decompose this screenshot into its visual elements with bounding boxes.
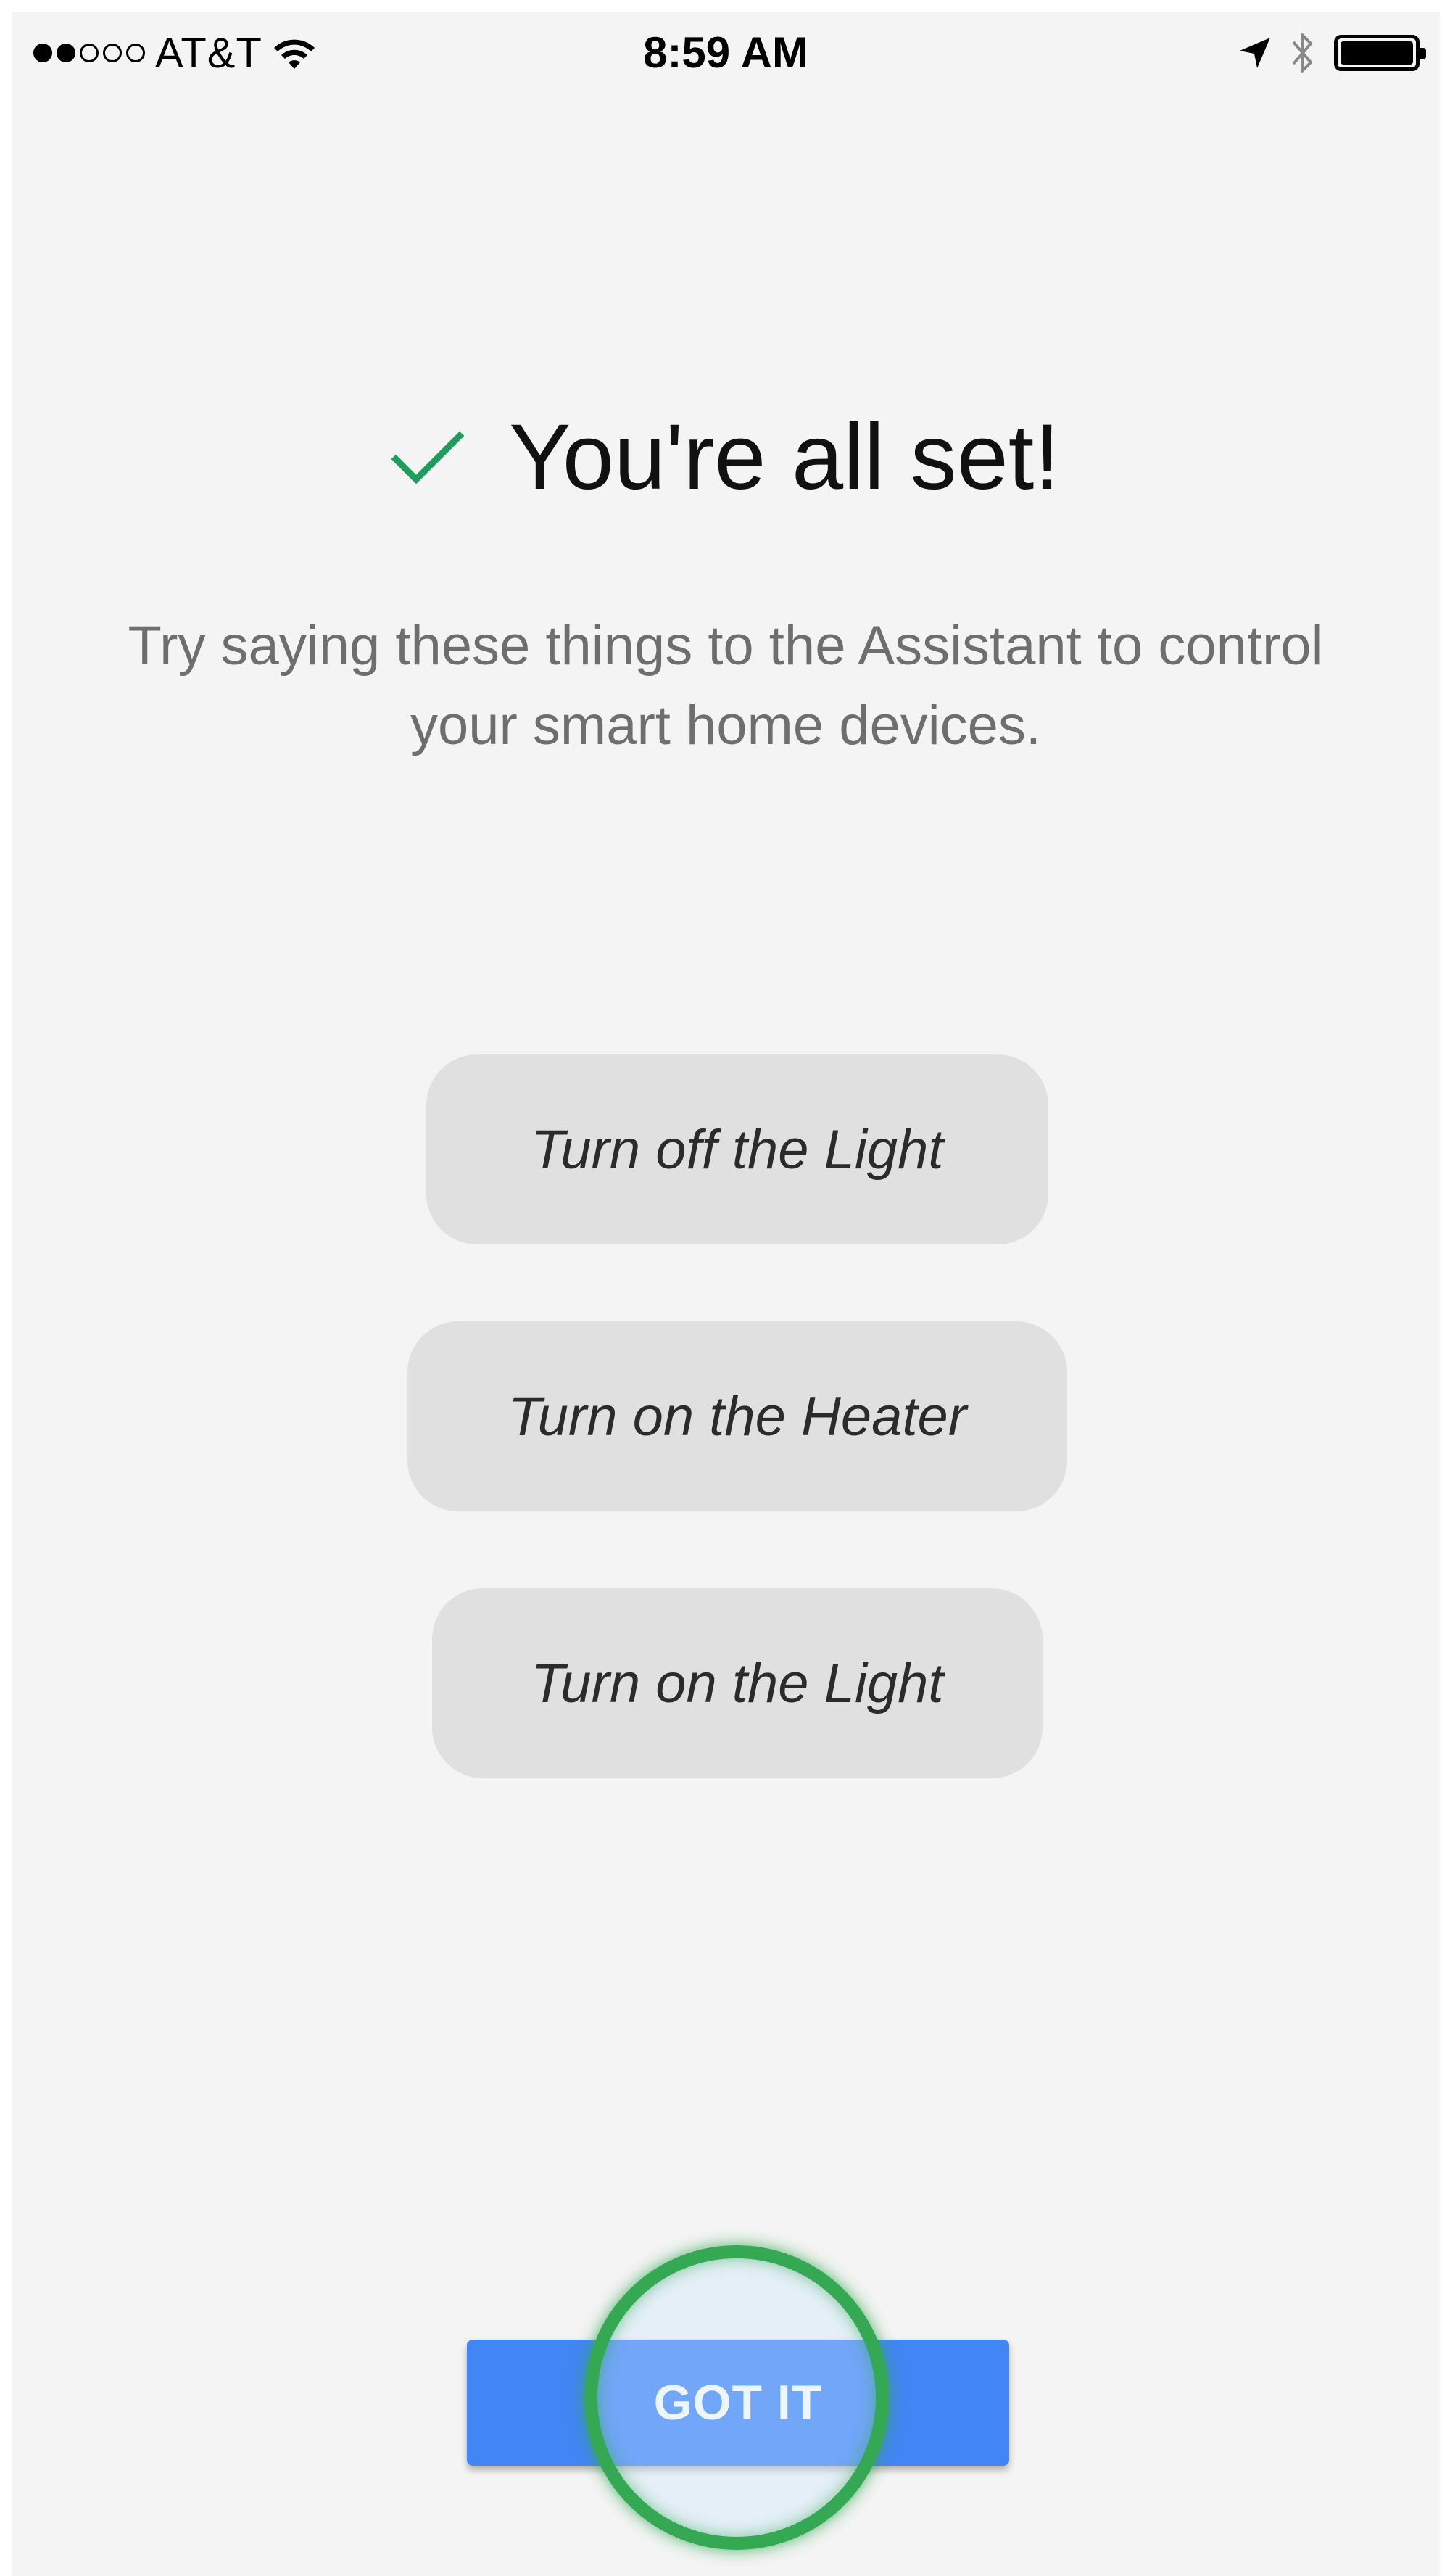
page-title: You're all set! (509, 405, 1060, 509)
suggestion-chip-turn-off-light[interactable]: Turn off the Light (426, 1054, 1048, 1244)
instructions-text: Try saying these things to the Assistant… (128, 615, 1324, 756)
suggestion-chip-turn-on-heater[interactable]: Turn on the Heater (407, 1321, 1067, 1511)
app-screen: AT&T 8:59 AM You're all set! Try saying … (12, 12, 1440, 2576)
location-arrow-icon (1240, 38, 1270, 68)
status-bar-right (1238, 28, 1426, 78)
battery-icon (1334, 35, 1426, 71)
battery-level (1341, 41, 1413, 65)
checkmark-icon (392, 431, 465, 484)
bluetooth-icon (1292, 33, 1312, 73)
got-it-button[interactable]: GOT IT (467, 2340, 1009, 2466)
status-bar: AT&T 8:59 AM (12, 12, 1440, 91)
suggestion-chip-turn-on-light[interactable]: Turn on the Light (432, 1588, 1043, 1778)
status-time: 8:59 AM (643, 28, 808, 77)
title-row: You're all set! (12, 403, 1440, 512)
